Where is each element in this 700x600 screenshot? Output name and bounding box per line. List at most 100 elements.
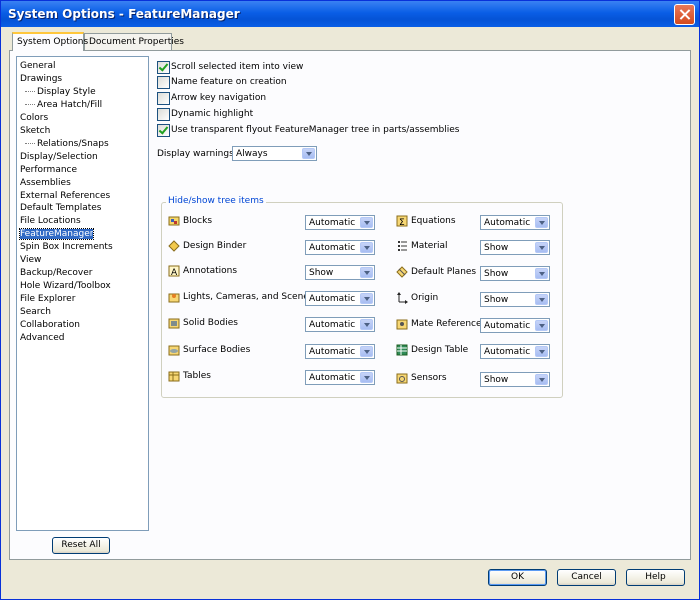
tree-connector (25, 90, 35, 92)
tree-item-label: Annotations (183, 266, 238, 276)
category-item[interactable]: Colors (20, 112, 48, 124)
checkbox-icon[interactable] (157, 108, 170, 121)
mate-references-icon (396, 318, 408, 330)
dropdown-arrow-icon[interactable] (535, 320, 548, 331)
category-tree[interactable]: General Drawings Display Style Area Hatch/F… (16, 56, 149, 531)
select-value: Automatic (309, 294, 356, 304)
category-item[interactable]: FeatureManager (18, 228, 95, 241)
ok-label: OK (511, 572, 524, 582)
dropdown-arrow-icon[interactable] (360, 293, 373, 304)
category-label: Collaboration (20, 320, 80, 330)
category-item[interactable]: Display Style (25, 86, 96, 98)
tree-item-visibility-select[interactable]: Automatic (480, 318, 550, 333)
checkbox-icon[interactable] (157, 92, 170, 105)
tree-item-visibility-select[interactable]: Automatic (305, 215, 375, 230)
dropdown-arrow-icon[interactable] (360, 372, 373, 383)
window-title: System Options - FeatureManager (8, 7, 240, 21)
category-label: Assemblies (20, 177, 71, 188)
tree-item-visibility-select[interactable]: Automatic (305, 240, 375, 255)
category-item[interactable]: Hole Wizard/Toolbox (20, 280, 111, 292)
reset-all-button[interactable]: Reset All (52, 537, 110, 554)
tree-item-label: Surface Bodies (183, 345, 251, 355)
category-item[interactable]: Performance (20, 164, 77, 176)
category-item[interactable]: General (20, 60, 55, 72)
tree-item-visibility-select[interactable]: Automatic (480, 344, 550, 359)
category-label: Display/Selection (20, 151, 98, 162)
tree-item-visibility-select[interactable]: Automatic (305, 370, 375, 385)
display-warnings-label: Display warnings: (157, 149, 237, 159)
dropdown-arrow-icon[interactable] (360, 319, 373, 330)
select-value: Show (484, 375, 509, 385)
design-table-icon (396, 344, 408, 356)
category-item[interactable]: Relations/Snaps (25, 138, 109, 150)
help-button[interactable]: Help (626, 569, 685, 586)
sensors-icon (396, 372, 408, 384)
close-icon[interactable] (674, 4, 695, 25)
checkbox-icon[interactable] (157, 61, 170, 74)
dropdown-arrow-icon[interactable] (535, 374, 548, 385)
category-item[interactable]: Backup/Recover (20, 267, 92, 279)
category-item[interactable]: Drawings (20, 73, 62, 85)
category-item[interactable]: Collaboration (20, 319, 80, 331)
dropdown-arrow-icon[interactable] (535, 294, 548, 305)
tree-item-visibility-select[interactable]: Automatic (305, 291, 375, 306)
tree-item-visibility-select[interactable]: Show (480, 372, 550, 387)
category-item[interactable]: Advanced (20, 332, 64, 344)
category-label: Backup/Recover (20, 268, 93, 279)
select-value: Automatic (484, 321, 531, 331)
category-item[interactable]: File Explorer (20, 293, 75, 305)
dropdown-arrow-icon[interactable] (535, 346, 548, 357)
tree-item-visibility-select[interactable]: Show (480, 292, 550, 307)
cancel-button[interactable]: Cancel (557, 569, 616, 586)
category-item[interactable]: External References (20, 190, 110, 202)
tree-item-label: Mate References (411, 319, 487, 329)
tree-item-visibility-select[interactable]: Automatic (305, 317, 375, 332)
blocks-icon (168, 215, 180, 227)
category-item[interactable]: View (20, 254, 41, 266)
select-value: Automatic (309, 320, 356, 330)
tree-items-group-title: Hide/show tree items (166, 196, 266, 206)
dropdown-arrow-icon[interactable] (535, 242, 548, 253)
category-label: File Locations (20, 216, 81, 227)
checkbox-icon[interactable] (157, 76, 170, 89)
dropdown-arrow-icon[interactable] (535, 268, 548, 279)
category-item[interactable]: Area Hatch/Fill (25, 99, 102, 111)
category-label: Performance (20, 164, 78, 175)
tree-item-visibility-select[interactable]: Automatic (305, 344, 375, 359)
tree-item-visibility-select[interactable]: Show (480, 240, 550, 255)
solid-bodies-icon (168, 317, 180, 329)
category-label: Sketch (20, 125, 51, 136)
title-bar[interactable]: System Options - FeatureManager (1, 1, 699, 27)
dropdown-arrow-icon[interactable] (360, 242, 373, 253)
category-item[interactable]: Search (20, 306, 51, 318)
category-item[interactable]: Spin Box Increments (20, 241, 113, 253)
dropdown-arrow-icon[interactable] (535, 217, 548, 228)
category-item[interactable]: Assemblies (20, 177, 71, 189)
tree-item-visibility-select[interactable]: Automatic (480, 215, 550, 230)
category-item[interactable]: Sketch (20, 125, 50, 137)
display-warnings-select[interactable]: Always (232, 146, 317, 161)
dropdown-arrow-icon[interactable] (360, 346, 373, 357)
tree-item-visibility-select[interactable]: Show (305, 265, 375, 280)
tab-system-options[interactable]: System Options (12, 32, 88, 51)
tree-item-visibility-select[interactable]: Show (480, 266, 550, 281)
category-label: Area Hatch/Fill (37, 99, 103, 110)
category-item[interactable]: Display/Selection (20, 151, 98, 163)
checkbox-icon[interactable] (157, 124, 170, 137)
tab-document-properties[interactable]: Document Properties (84, 33, 184, 50)
select-value: Show (309, 268, 334, 278)
dropdown-arrow-icon[interactable] (302, 148, 315, 159)
annotations-icon: A (168, 265, 180, 278)
ok-button[interactable]: OK (488, 569, 547, 586)
category-item[interactable]: File Locations (20, 215, 81, 227)
dropdown-arrow-icon[interactable] (360, 267, 373, 278)
cancel-label: Cancel (571, 572, 602, 582)
category-label: Default Templates (20, 203, 102, 214)
dropdown-arrow-icon[interactable] (360, 217, 373, 228)
tab-label: Document Properties (89, 37, 184, 47)
checkbox-label: Arrow key navigation (171, 93, 267, 103)
category-item[interactable]: Default Templates (20, 202, 102, 214)
origin-icon (396, 292, 408, 304)
select-value: Automatic (309, 218, 356, 228)
tree-item-label: Design Table (411, 345, 469, 355)
